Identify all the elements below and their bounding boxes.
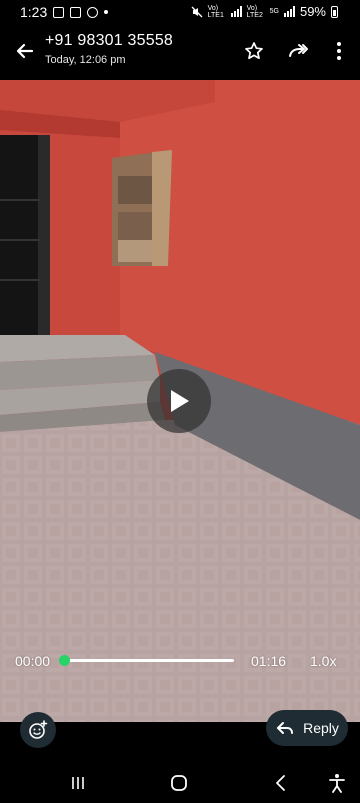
mute-icon [191, 6, 203, 17]
recents-button[interactable] [63, 768, 93, 798]
playback-speed-button[interactable]: 1.0x [310, 653, 336, 669]
signal-1-icon [230, 6, 242, 17]
react-button[interactable] [20, 712, 56, 748]
seek-handle[interactable] [58, 655, 70, 666]
sent-time: Today, 12:06 pm [45, 54, 126, 66]
network-5g-label: 5G [269, 8, 279, 15]
media-header: +91 98301 35558 Today, 12:06 pm [0, 24, 360, 80]
sim2-label: Vo) LTE2 [246, 4, 263, 19]
emoji-add-icon [29, 720, 48, 739]
reply-label: Reply [303, 720, 339, 736]
more-options-button[interactable] [327, 38, 351, 64]
play-button[interactable] [147, 369, 211, 433]
home-icon [171, 775, 187, 791]
sender-info: +91 98301 35558 Today, 12:06 pm [45, 32, 173, 66]
battery-icon [331, 5, 338, 18]
sender-number: +91 98301 35558 [45, 32, 174, 49]
system-nav-bar [0, 762, 360, 803]
play-icon [171, 390, 189, 412]
accessibility-icon [329, 774, 345, 793]
back-icon [276, 775, 285, 791]
signal-2-icon [283, 6, 295, 17]
back-button[interactable] [12, 38, 38, 64]
forward-button[interactable] [285, 38, 311, 64]
recents-icon [72, 777, 84, 789]
video-player[interactable]: 00:00 01:16 1.0x [0, 80, 360, 722]
reply-icon [277, 722, 294, 734]
more-notifications-dot [104, 10, 109, 14]
accessibility-button[interactable] [322, 768, 352, 798]
seek-bar[interactable] [64, 659, 234, 662]
status-time: 1:23 [20, 4, 48, 20]
notification-icon [53, 6, 65, 18]
reply-button[interactable]: Reply [266, 710, 348, 746]
duration: 01:16 [251, 653, 287, 669]
sync-notification-icon [87, 6, 99, 18]
battery-percent: 59% [299, 4, 326, 19]
home-button[interactable] [164, 768, 194, 798]
gallery-notification-icon [70, 6, 82, 18]
star-icon [245, 42, 263, 60]
star-button[interactable] [241, 38, 267, 64]
status-bar: 1:23 Vo) LTE1 Vo) LTE2 5G 59% [0, 0, 360, 24]
back-arrow-icon [16, 43, 34, 59]
more-vert-icon [337, 42, 341, 60]
current-time: 00:00 [15, 653, 51, 669]
forward-icon [289, 44, 308, 57]
nav-back-button[interactable] [266, 768, 296, 798]
sim1-label: Vo) LTE1 [207, 4, 224, 19]
